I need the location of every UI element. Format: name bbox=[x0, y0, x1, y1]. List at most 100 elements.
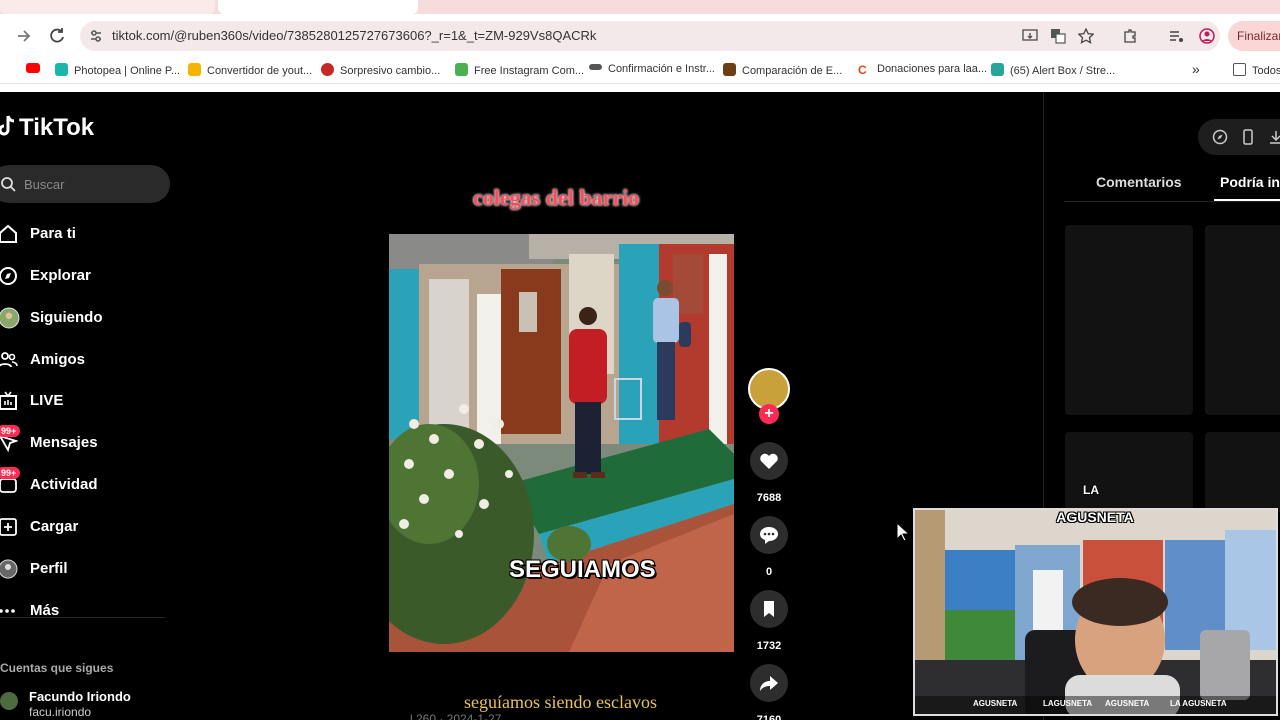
video-subtitle: SEGUIAMOS bbox=[509, 556, 656, 583]
tab-podria-interesarte[interactable]: Podría interesarte bbox=[1220, 174, 1280, 190]
media-controls-icon[interactable] bbox=[1168, 28, 1184, 44]
news-icon bbox=[321, 63, 334, 76]
bookmark-label: Confirmación e Instr... bbox=[608, 63, 715, 75]
bookmark-star-icon[interactable] bbox=[1078, 28, 1094, 44]
bookmark-item[interactable]: Photopea | Online P... bbox=[55, 63, 180, 79]
instagram-handle: AGUSNETA bbox=[973, 699, 1018, 708]
related-video-thumbnail[interactable] bbox=[1205, 432, 1280, 512]
profile-avatar-icon bbox=[0, 559, 18, 579]
reload-icon bbox=[50, 28, 64, 43]
browser-tab-active[interactable] bbox=[218, 0, 418, 14]
bookmark-item[interactable]: Comparación de E... bbox=[723, 63, 842, 79]
bookmark-item[interactable]: Free Instagram Com... bbox=[455, 63, 584, 79]
video-bottom-caption: seguíamos siendo esclavos bbox=[464, 692, 657, 712]
related-video-thumbnail[interactable] bbox=[1205, 225, 1280, 415]
bookmark-icon bbox=[764, 601, 774, 617]
nav-label: Explorar bbox=[30, 267, 91, 284]
nav-label: Amigos bbox=[30, 351, 86, 368]
folder-icon bbox=[1233, 63, 1246, 76]
search-placeholder: Buscar bbox=[24, 177, 65, 192]
like-button[interactable] bbox=[750, 442, 788, 480]
friends-icon bbox=[0, 352, 18, 368]
stream-logo: AGUSNETA bbox=[1056, 509, 1134, 525]
activity-badge: 99+ bbox=[0, 467, 21, 479]
bookmark-label: Free Instagram Com... bbox=[474, 65, 585, 77]
top-action-pill bbox=[1198, 119, 1280, 155]
translate-icon[interactable] bbox=[1050, 28, 1066, 44]
youtube-handle: LA AGUSNETA bbox=[1170, 699, 1227, 708]
extensions-icon[interactable] bbox=[1122, 28, 1138, 44]
following-avatar-icon bbox=[0, 307, 20, 329]
alert-box-icon bbox=[991, 63, 1004, 76]
kick-handle: AGUSNETA bbox=[1105, 699, 1150, 708]
heart-icon bbox=[760, 453, 778, 469]
bookmark-youtube[interactable] bbox=[26, 63, 46, 79]
messages-badge: 99+ bbox=[0, 425, 21, 437]
following-account-handle[interactable]: facu.iriondo bbox=[29, 705, 91, 719]
profile-icon[interactable] bbox=[1199, 28, 1215, 44]
donations-icon: C bbox=[858, 63, 871, 77]
converter-icon bbox=[188, 63, 201, 76]
live-icon bbox=[0, 391, 17, 410]
compare-icon bbox=[723, 63, 736, 76]
bookmark-item[interactable]: Sorpresivo cambio... bbox=[321, 63, 440, 79]
video-player[interactable]: SEGUIAMOS bbox=[389, 234, 734, 652]
bookmark-item[interactable]: (65) Alert Box / Stre... bbox=[991, 63, 1115, 79]
bookmark-label: Sorpresivo cambio... bbox=[340, 65, 441, 77]
like-count: 7688 bbox=[756, 492, 782, 504]
tab-comentarios[interactable]: Comentarios bbox=[1096, 174, 1182, 190]
nav-label: Mensajes bbox=[30, 434, 98, 451]
all-bookmarks-folder[interactable]: Todos bbox=[1233, 63, 1280, 79]
bookmark-item[interactable]: C Donaciones para laa... bbox=[858, 63, 987, 79]
youtube-icon bbox=[26, 63, 40, 73]
screen: tiktok.com/@ruben360s/video/738528012572… bbox=[0, 0, 1280, 720]
bookmark-label: Convertidor de yout... bbox=[207, 65, 313, 77]
device-icon[interactable] bbox=[1240, 129, 1256, 145]
bookmarks-bar: Photopea | Online P... Convertidor de yo… bbox=[0, 58, 1280, 84]
share-count: 7160 bbox=[756, 714, 782, 720]
bookmark-label: Comparación de E... bbox=[742, 65, 843, 77]
nav-label: Actividad bbox=[30, 476, 98, 493]
related-video-thumbnail[interactable] bbox=[1065, 432, 1193, 512]
stream-logo-top: LA bbox=[1083, 483, 1099, 497]
social-handles-bar: AGUSNETA LAGUSNETA AGUSNETA LA AGUSNETA bbox=[915, 696, 1276, 714]
url-text[interactable]: tiktok.com/@ruben360s/video/738528012572… bbox=[112, 28, 596, 43]
comment-icon bbox=[760, 527, 778, 544]
following-account-name[interactable]: Facundo Iriondo bbox=[29, 689, 131, 704]
share-button[interactable] bbox=[750, 664, 788, 702]
search-input[interactable]: Buscar bbox=[0, 165, 170, 203]
reload-button[interactable] bbox=[45, 24, 69, 48]
install-app-icon[interactable] bbox=[1022, 28, 1038, 44]
bookmark-label: (65) Alert Box / Stre... bbox=[1010, 65, 1116, 77]
bookmark-item[interactable]: Confirmación e Instr... bbox=[589, 63, 715, 79]
related-video-thumbnail[interactable] bbox=[1065, 225, 1193, 415]
address-bar[interactable]: tiktok.com/@ruben360s/video/738528012572… bbox=[80, 21, 1220, 51]
comment-count: 0 bbox=[765, 566, 773, 578]
follow-plus-button[interactable]: + bbox=[759, 404, 779, 424]
video-meta: l 260 · 2024-1-27 bbox=[410, 712, 502, 720]
video-frame bbox=[389, 234, 734, 652]
nav-label: Perfil bbox=[30, 560, 68, 577]
bookmarks-overflow-button[interactable]: » bbox=[1192, 61, 1200, 77]
tabs-divider bbox=[1064, 201, 1280, 202]
comment-button[interactable] bbox=[750, 516, 788, 554]
tiktok-note-icon bbox=[0, 115, 15, 136]
share-icon bbox=[760, 676, 778, 691]
nav-label: LIVE bbox=[30, 392, 64, 409]
browser-tabstrip bbox=[0, 0, 1280, 14]
bookmark-item[interactable]: Convertidor de yout... bbox=[188, 63, 312, 79]
site-settings-icon[interactable] bbox=[88, 28, 104, 44]
nav-label: Siguiendo bbox=[30, 309, 103, 326]
finalizar-button[interactable]: Finalizar a bbox=[1228, 21, 1280, 51]
all-bookmarks-label: Todos bbox=[1252, 65, 1280, 77]
link-icon bbox=[589, 64, 602, 70]
avatar[interactable] bbox=[0, 692, 18, 710]
bookmark-label: Donaciones para laa... bbox=[877, 63, 988, 75]
compass-icon[interactable] bbox=[1212, 129, 1228, 145]
save-button[interactable] bbox=[750, 590, 788, 628]
instagram-tool-icon bbox=[455, 63, 468, 76]
browser-tab[interactable] bbox=[0, 0, 215, 14]
download-icon[interactable] bbox=[1268, 129, 1280, 145]
forward-button[interactable] bbox=[12, 24, 36, 48]
tiktok-logo[interactable]: TikTok bbox=[0, 114, 94, 142]
